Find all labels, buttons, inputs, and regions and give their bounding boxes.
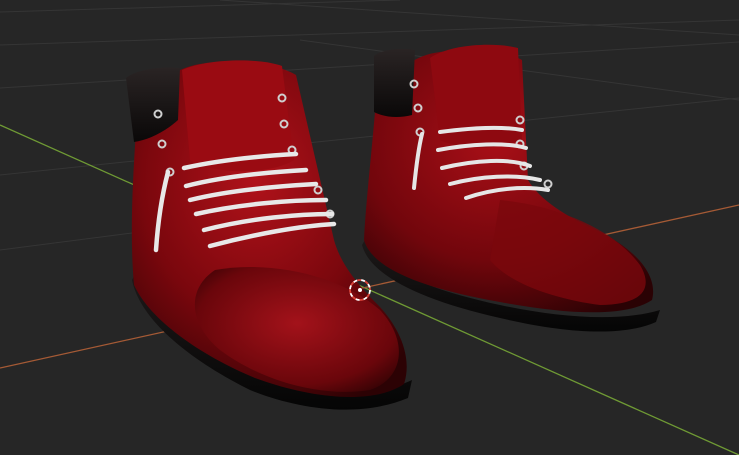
viewport-canvas[interactable] bbox=[0, 0, 739, 455]
right-boot-collar bbox=[374, 48, 415, 117]
3d-viewport[interactable] bbox=[0, 0, 739, 455]
3d-cursor-center bbox=[358, 288, 362, 292]
